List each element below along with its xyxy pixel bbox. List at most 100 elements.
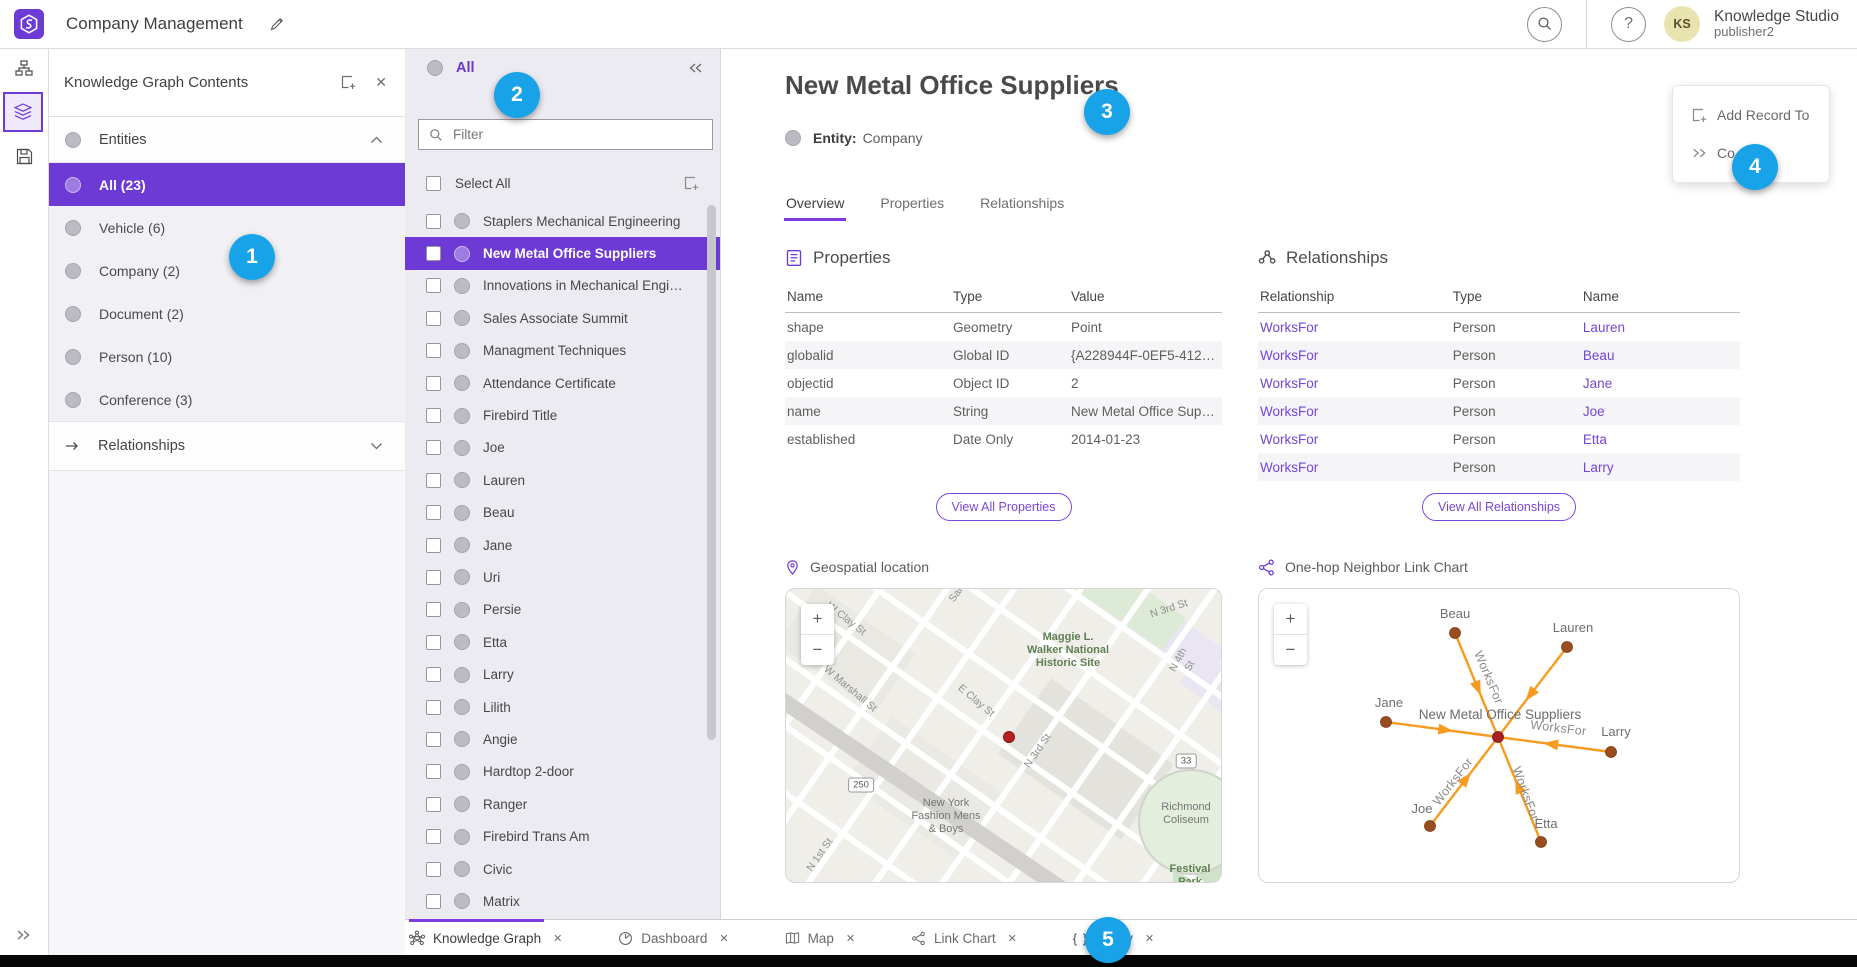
record-checkbox[interactable]	[426, 602, 441, 617]
record-row[interactable]: Ranger	[405, 788, 720, 820]
record-checkbox[interactable]	[426, 732, 441, 747]
zoom-in-button[interactable]: +	[1274, 604, 1307, 635]
collapse-panel-icon[interactable]	[688, 62, 704, 74]
table-link-cell[interactable]: WorksFor	[1258, 425, 1451, 453]
record-row[interactable]: Persie	[405, 594, 720, 626]
table-link-cell[interactable]: Beau	[1581, 341, 1740, 369]
record-row[interactable]: Etta	[405, 626, 720, 658]
record-row[interactable]: Staplers Mechanical Engineering	[405, 205, 720, 237]
record-checkbox[interactable]	[426, 246, 441, 261]
close-panel-icon[interactable]: ✕	[375, 74, 387, 91]
record-checkbox[interactable]	[426, 667, 441, 682]
graph-node[interactable]	[1450, 628, 1461, 639]
table-link-cell[interactable]: WorksFor	[1258, 341, 1451, 369]
record-row[interactable]: Jane	[405, 529, 720, 561]
filter-input[interactable]	[451, 126, 712, 143]
chevron-down-icon[interactable]	[370, 442, 383, 450]
graph-node[interactable]	[1425, 821, 1436, 832]
entity-type-row[interactable]: Conference (3)	[48, 378, 405, 421]
record-checkbox[interactable]	[426, 538, 441, 553]
tab-overview[interactable]: Overview	[786, 195, 844, 221]
edit-title-icon[interactable]	[269, 16, 285, 32]
zoom-out-button[interactable]: −	[1274, 635, 1307, 665]
graph-node[interactable]	[1562, 642, 1573, 653]
table-link-cell[interactable]: WorksFor	[1258, 369, 1451, 397]
close-tab-icon[interactable]: ✕	[1008, 932, 1017, 945]
entity-type-row[interactable]: Person (10)	[48, 335, 405, 378]
record-checkbox[interactable]	[426, 797, 441, 812]
record-row[interactable]: Sales Associate Summit	[405, 302, 720, 334]
table-link-cell[interactable]: WorksFor	[1258, 313, 1451, 342]
record-row[interactable]: Beau	[405, 497, 720, 529]
record-checkbox[interactable]	[426, 505, 441, 520]
save-icon[interactable]	[0, 136, 48, 176]
record-row[interactable]: Innovations in Mechanical Engin...	[405, 270, 720, 302]
record-checkbox[interactable]	[426, 343, 441, 358]
expand-rail-icon[interactable]	[0, 929, 48, 941]
bottom-tab-dashboard[interactable]: Dashboard✕	[618, 920, 728, 956]
bottom-tab-knowledge-graph[interactable]: Knowledge Graph✕	[409, 920, 562, 956]
filter-input-box[interactable]	[418, 119, 713, 150]
record-row[interactable]: Matrix	[405, 885, 720, 917]
record-row[interactable]: Angie	[405, 723, 720, 755]
zoom-in-button[interactable]: +	[801, 604, 834, 635]
help-button[interactable]: ?	[1611, 7, 1646, 42]
chevron-up-icon[interactable]	[370, 136, 383, 144]
record-row[interactable]: Lauren	[405, 464, 720, 496]
table-link-cell[interactable]: Etta	[1581, 425, 1740, 453]
entities-group-header[interactable]: Entities	[48, 117, 405, 163]
table-link-cell[interactable]: WorksFor	[1258, 397, 1451, 425]
record-row[interactable]: Attendance Certificate	[405, 367, 720, 399]
record-checkbox[interactable]	[426, 570, 441, 585]
record-row[interactable]: New Metal Office Suppliers	[405, 237, 720, 269]
record-checkbox[interactable]	[426, 440, 441, 455]
close-tab-icon[interactable]: ✕	[719, 932, 728, 945]
table-link-cell[interactable]: Larry	[1581, 453, 1740, 481]
record-row[interactable]: Civic	[405, 853, 720, 885]
record-row[interactable]: Firebird Title	[405, 399, 720, 431]
entity-location-marker[interactable]	[1003, 731, 1015, 743]
record-checkbox[interactable]	[426, 829, 441, 844]
record-row[interactable]: Lilith	[405, 691, 720, 723]
scrollbar-thumb[interactable]	[707, 205, 716, 740]
record-checkbox[interactable]	[426, 376, 441, 391]
record-row[interactable]: Uri	[405, 561, 720, 593]
bottom-tab-map[interactable]: Map✕	[785, 920, 855, 956]
table-link-cell[interactable]: WorksFor	[1258, 453, 1451, 481]
menu-item-add-record-to[interactable]: Add Record To	[1673, 96, 1829, 134]
record-checkbox[interactable]	[426, 473, 441, 488]
link-chart-card[interactable]: + − WorksForWorksForWorksForWorksForBeau…	[1258, 588, 1740, 883]
add-record-icon[interactable]	[683, 175, 700, 192]
record-checkbox[interactable]	[426, 700, 441, 715]
graph-node[interactable]	[1536, 837, 1547, 848]
record-checkbox[interactable]	[426, 862, 441, 877]
graph-center-node[interactable]	[1493, 732, 1504, 743]
record-checkbox[interactable]	[426, 894, 441, 909]
relationships-group-header[interactable]: Relationships	[48, 421, 405, 471]
select-all-checkbox[interactable]	[426, 176, 441, 191]
record-checkbox[interactable]	[426, 408, 441, 423]
record-checkbox[interactable]	[426, 635, 441, 650]
record-checkbox[interactable]	[426, 278, 441, 293]
record-row[interactable]: Firebird Trans Am	[405, 820, 720, 852]
tab-relationships[interactable]: Relationships	[980, 195, 1064, 221]
search-button[interactable]	[1527, 7, 1562, 42]
record-row[interactable]: Joe	[405, 432, 720, 464]
add-record-icon[interactable]	[340, 74, 357, 91]
table-link-cell[interactable]: Joe	[1581, 397, 1740, 425]
record-row[interactable]: Managment Techniques	[405, 335, 720, 367]
graph-node[interactable]	[1381, 717, 1392, 728]
user-menu[interactable]: Knowledge Studio publisher2	[1714, 8, 1839, 41]
table-link-cell[interactable]: Lauren	[1581, 313, 1740, 342]
record-checkbox[interactable]	[426, 311, 441, 326]
record-checkbox[interactable]	[426, 764, 441, 779]
entity-type-row[interactable]: Document (2)	[48, 292, 405, 335]
record-row[interactable]: Larry	[405, 658, 720, 690]
zoom-out-button[interactable]: −	[801, 635, 834, 665]
scrollbar[interactable]	[707, 203, 716, 955]
bottom-tab-link-chart[interactable]: Link Chart✕	[911, 920, 1017, 956]
entity-type-row[interactable]: All (23)	[48, 163, 405, 206]
entity-type-row[interactable]: Company (2)	[48, 249, 405, 292]
graph-node[interactable]	[1606, 747, 1617, 758]
view-all-relationships-button[interactable]: View All Relationships	[1422, 493, 1576, 521]
